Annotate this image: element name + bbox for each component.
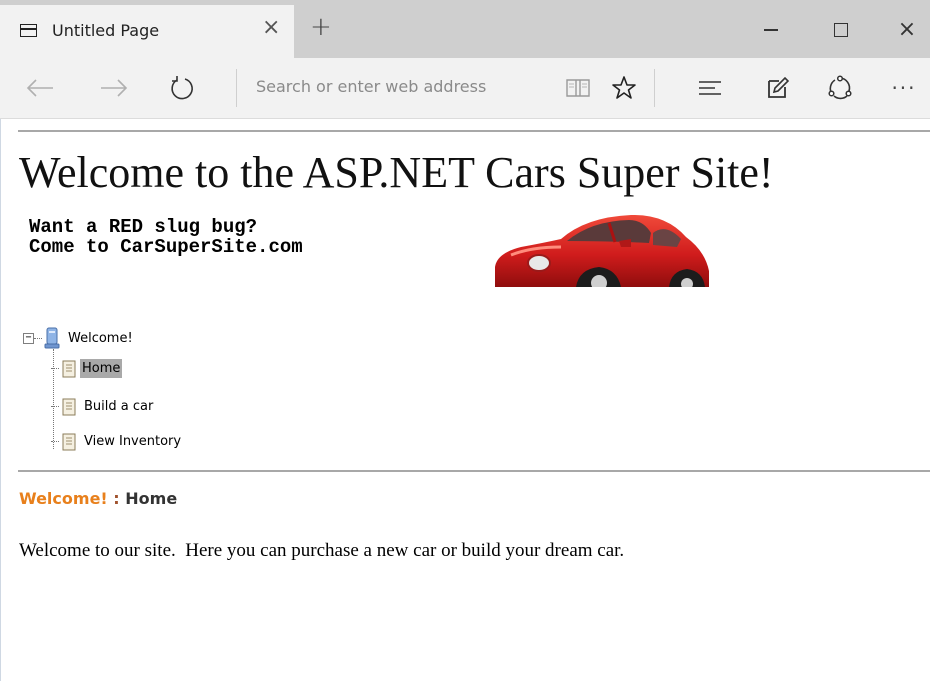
forward-arrow-icon	[101, 79, 128, 97]
tree-node-build-a-car[interactable]: Build a car	[51, 397, 155, 416]
maximize-button[interactable]	[818, 12, 864, 48]
minimize-button[interactable]	[748, 12, 794, 48]
more-icon: ···	[891, 76, 917, 100]
tree-label-home: Home	[80, 359, 123, 378]
browser-tab[interactable]: Untitled Page ×	[0, 5, 294, 58]
favorite-button[interactable]	[604, 58, 644, 118]
share-icon	[828, 75, 852, 100]
banner-text: Want a RED slug bug? Come to CarSuperSit…	[29, 216, 303, 258]
forward-button[interactable]	[94, 58, 134, 118]
tree-connector	[51, 406, 59, 407]
site-tree: − Welcome! Home Build a car View Invento…	[23, 321, 323, 461]
content-divider	[18, 470, 930, 472]
tree-connector	[51, 368, 59, 369]
ad-banner: Want a RED slug bug? Come to CarSuperSit…	[21, 211, 711, 287]
document-icon	[62, 360, 76, 377]
page-title: Welcome to the ASP.NET Cars Super Site!	[19, 148, 774, 197]
tab-title: Untitled Page	[52, 21, 160, 40]
close-tab-icon[interactable]: ×	[262, 17, 280, 39]
reading-view-icon	[566, 79, 590, 97]
computer-icon	[44, 327, 60, 349]
welcome-text: Welcome to our site. Here you can purcha…	[19, 540, 625, 561]
page-content: Welcome to the ASP.NET Cars Super Site! …	[0, 119, 930, 681]
hub-button[interactable]	[690, 58, 730, 118]
web-note-button[interactable]	[758, 58, 798, 118]
new-tab-button[interactable]: +	[310, 14, 332, 40]
refresh-icon	[171, 76, 193, 100]
document-icon	[62, 398, 76, 415]
more-button[interactable]: ···	[884, 58, 924, 118]
tree-label-build-a-car: Build a car	[84, 399, 154, 414]
close-icon: ×	[897, 17, 917, 42]
car-image	[491, 211, 711, 287]
tree-node-view-inventory[interactable]: View Inventory	[51, 432, 183, 451]
share-button[interactable]	[820, 58, 860, 118]
car-picture	[495, 214, 709, 287]
nav-divider	[654, 69, 655, 107]
breadcrumb-current: Home	[125, 489, 178, 508]
breadcrumb-separator: :	[107, 489, 126, 508]
document-icon	[62, 433, 76, 450]
tree-connector	[34, 337, 42, 339]
collapse-icon[interactable]: −	[23, 332, 34, 344]
tree-label-view-inventory: View Inventory	[84, 434, 182, 449]
refresh-button[interactable]	[162, 58, 202, 118]
tree-node-welcome[interactable]: − Welcome!	[23, 327, 135, 349]
reading-view-button[interactable]	[558, 58, 598, 118]
breadcrumb-root-link[interactable]: Welcome!	[19, 489, 108, 508]
navigation-bar: Search or enter web address ···	[0, 58, 930, 119]
title-bar: Untitled Page × + ×	[0, 0, 930, 58]
minimize-icon	[764, 29, 778, 31]
page-icon	[20, 24, 37, 37]
tree-label-welcome: Welcome!	[68, 330, 133, 346]
favorite-star-icon	[612, 76, 636, 99]
breadcrumb: Welcome! : Home	[19, 489, 177, 508]
tree-connector	[51, 441, 59, 442]
back-arrow-icon	[26, 79, 53, 97]
address-bar[interactable]: Search or enter web address	[256, 77, 486, 96]
web-note-icon	[768, 76, 790, 98]
tree-node-home[interactable]: Home	[51, 359, 123, 378]
back-button[interactable]	[20, 58, 60, 118]
maximize-icon	[834, 23, 848, 37]
nav-divider	[236, 69, 237, 107]
hub-icon	[699, 81, 721, 95]
close-window-button[interactable]: ×	[884, 12, 930, 48]
top-divider	[18, 130, 930, 132]
